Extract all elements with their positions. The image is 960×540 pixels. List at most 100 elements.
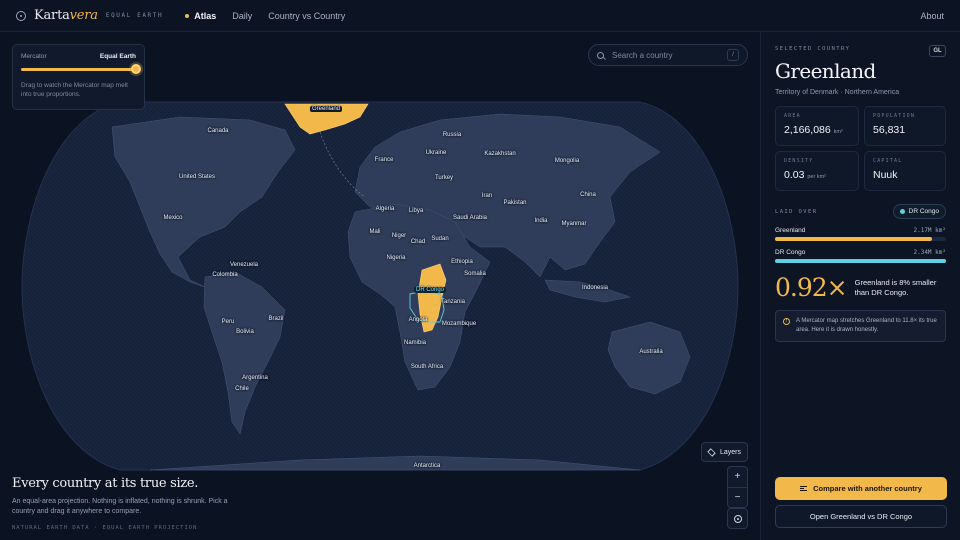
label-antarctica[interactable]: Antarctica: [414, 463, 441, 469]
nav-daily[interactable]: Daily: [232, 11, 252, 21]
label-mozambique[interactable]: Mozambique: [442, 321, 476, 327]
label-libya[interactable]: Libya: [409, 208, 423, 214]
stat-density-value: 0.03: [784, 169, 805, 181]
intro-block: Every country at its true size. An equal…: [12, 476, 252, 531]
label-france[interactable]: France: [375, 157, 394, 163]
label-indonesia[interactable]: Indonesia: [582, 285, 608, 291]
label-myanmar[interactable]: Myanmar: [561, 221, 586, 227]
nav-about[interactable]: About: [920, 11, 944, 21]
label-algeria[interactable]: Algeria: [376, 206, 395, 212]
label-greenland[interactable]: Greenland: [309, 106, 343, 112]
label-colombia[interactable]: Colombia: [212, 272, 237, 278]
layers-icon: [707, 447, 716, 457]
label-ukraine[interactable]: Ukraine: [426, 150, 447, 156]
label-chile[interactable]: Chile: [235, 386, 249, 392]
top-bar: Kartavera Equal Earth Atlas Daily Countr…: [0, 0, 960, 32]
label-argentina[interactable]: Argentina: [242, 375, 268, 381]
country-subtitle: Territory of Denmark · Northern America: [775, 89, 900, 96]
intro-source: Natural Earth Data · Equal Earth Project…: [12, 525, 198, 531]
label-turkey[interactable]: Turkey: [435, 175, 453, 181]
size-ratio: 0.92×: [775, 273, 848, 302]
label-australia[interactable]: Australia: [639, 349, 662, 355]
bar-fill: [775, 237, 933, 241]
label-namibia[interactable]: Namibia: [404, 340, 426, 346]
info-icon: !: [783, 318, 790, 325]
label-tanzania[interactable]: Tanzania: [441, 299, 465, 305]
main-nav: Atlas Daily Country vs Country: [185, 11, 345, 21]
compare-button-label: Compare with another country: [813, 484, 922, 493]
laid-over-chip[interactable]: DR Congo: [892, 204, 946, 219]
bar-fill: [775, 259, 946, 263]
bar-value: 2.34M km²: [913, 249, 946, 256]
stat-capital-value: Nuuk: [873, 169, 898, 181]
active-dot-icon: [185, 13, 190, 18]
label-angola[interactable]: Angola: [409, 317, 428, 323]
stat-population-label: Population: [873, 113, 916, 119]
slider-hint: Drag to watch the Mercator map melt into…: [21, 82, 128, 98]
label-pakistan[interactable]: Pakistan: [503, 200, 526, 206]
ratio-row: 0.92× Greenland is 8% smaller than DR Co…: [775, 273, 946, 302]
stats-grid: Area 2,166,086 km² Population 56,831 Den…: [775, 106, 946, 191]
layers-button[interactable]: Layers: [701, 442, 748, 462]
label-bolivia[interactable]: Bolivia: [236, 329, 254, 335]
stat-area-label: Area: [784, 113, 801, 119]
map-canvas[interactable]: Greenland Canada Russia United States Fr…: [0, 32, 760, 540]
slider-right-label: Equal Earth: [99, 53, 136, 60]
label-ethiopia[interactable]: Ethiopia: [451, 259, 473, 265]
label-russia[interactable]: Russia: [443, 132, 461, 138]
label-peru[interactable]: Peru: [222, 319, 235, 325]
open-comparison-button[interactable]: Open Greenland vs DR Congo: [775, 505, 947, 528]
nav-atlas-label: Atlas: [194, 10, 217, 21]
stat-area-unit: km²: [833, 129, 843, 135]
brand-logo[interactable]: Kartavera: [34, 8, 98, 23]
search-box[interactable]: /: [588, 44, 748, 66]
zoom-controls: + −: [727, 466, 748, 508]
label-united-states[interactable]: United States: [179, 174, 215, 180]
recenter-button[interactable]: [727, 508, 748, 529]
stat-capital: Capital Nuuk: [864, 151, 946, 191]
label-mexico[interactable]: Mexico: [163, 215, 182, 221]
compare-button[interactable]: Compare with another country: [775, 477, 947, 500]
label-sudan[interactable]: Sudan: [431, 236, 448, 242]
target-icon: [733, 514, 742, 523]
label-china[interactable]: China: [580, 192, 596, 198]
label-saudi-arabia[interactable]: Saudi Arabia: [453, 215, 487, 221]
label-brazil[interactable]: Brazil: [268, 316, 283, 322]
stat-area: Area 2,166,086 km²: [775, 106, 859, 146]
zoom-in-button[interactable]: +: [728, 467, 747, 487]
country-panel: Selected Country GL Greenland Territory …: [760, 32, 960, 540]
bar-track: [775, 237, 946, 241]
label-south-africa[interactable]: South Africa: [411, 364, 443, 370]
mercator-note: ! A Mercator map stretches Greenland to …: [775, 310, 946, 342]
label-mongolia[interactable]: Mongolia: [555, 158, 579, 164]
brand-accent: vera: [69, 8, 98, 23]
bar-name: Greenland: [775, 227, 806, 234]
stat-density-label: Density: [784, 158, 814, 164]
search-icon: [597, 51, 604, 59]
slider-thumb[interactable]: [131, 64, 141, 74]
label-kazakhstan[interactable]: Kazakhstan: [484, 151, 515, 157]
zoom-out-button[interactable]: −: [728, 486, 747, 508]
nav-country-vs-country[interactable]: Country vs Country: [268, 11, 345, 21]
label-nigeria[interactable]: Nigeria: [386, 255, 405, 261]
label-iran[interactable]: Iran: [482, 193, 492, 199]
country-code-badge: GL: [929, 45, 946, 57]
search-input[interactable]: [612, 50, 727, 60]
area-bar-greenland: Greenland 2.17M km²: [775, 227, 946, 241]
stat-area-value: 2,166,086: [784, 124, 831, 136]
compare-icon: [800, 486, 808, 491]
label-india[interactable]: India: [534, 218, 547, 224]
projection-slider[interactable]: [21, 64, 141, 74]
label-chad[interactable]: Chad: [411, 239, 425, 245]
label-somalia[interactable]: Somalia: [464, 271, 486, 277]
search-shortcut-key: /: [727, 49, 739, 61]
bar-name: DR Congo: [775, 249, 806, 256]
label-niger[interactable]: Niger: [392, 233, 406, 239]
label-venezuela[interactable]: Venezuela: [230, 262, 258, 268]
intro-title: Every country at its true size.: [12, 476, 199, 491]
label-dr-congo[interactable]: DR Congo: [413, 287, 447, 293]
label-mali[interactable]: Mali: [369, 229, 380, 235]
nav-atlas[interactable]: Atlas: [185, 11, 216, 21]
label-canada[interactable]: Canada: [207, 128, 228, 134]
intro-body: An equal-area projection. Nothing is inf…: [12, 498, 228, 515]
